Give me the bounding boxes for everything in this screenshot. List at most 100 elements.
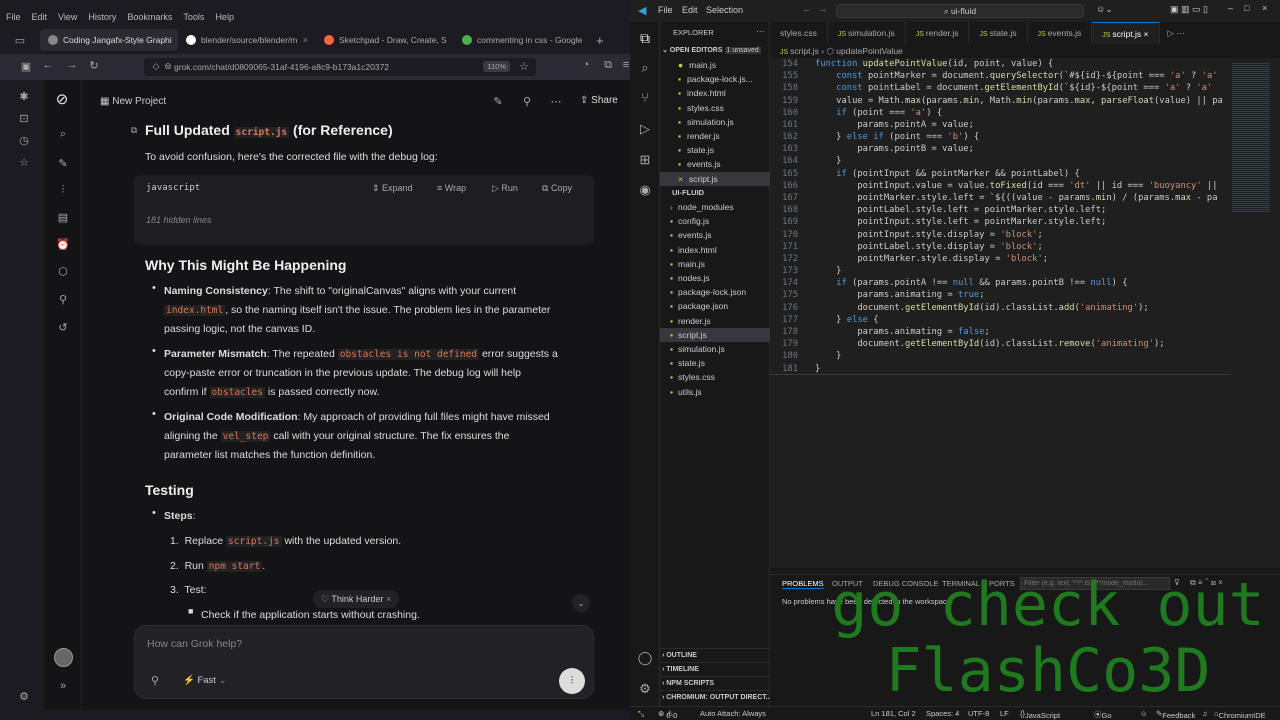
problems-status[interactable]: ⊗ 0 ⚠ 0 [658,709,677,720]
file-tree-item[interactable]: ▪ config.js [660,214,770,228]
open-editor-item[interactable]: ▪ events.js [660,157,770,171]
file-tree-item[interactable]: ▪ render.js [660,314,770,328]
close-tab-icon[interactable]: × [303,35,308,45]
expand-sidebar-icon[interactable]: » [55,680,71,692]
npm-scripts-section[interactable]: › NPM SCRIPTS [660,676,770,690]
open-editor-item[interactable]: ▪ index.html [660,86,770,100]
source-control-icon[interactable]: ⑂ [637,90,653,105]
copy-button[interactable]: ⧉ Copy [542,183,572,194]
project-header[interactable]: ▦ New Project [100,96,166,107]
open-editor-item[interactable]: ▪ simulation.js [660,115,770,129]
file-tree-item[interactable]: ▪ simulation.js [660,342,770,356]
run-debug-icon[interactable]: ▷ [637,121,653,137]
settings-icon[interactable]: ⚙ [16,690,32,703]
file-tree-item[interactable]: ▪ main.js [660,257,770,271]
chat-input[interactable]: How can Grok help? [147,638,242,650]
zoom-level[interactable]: 110% [483,61,510,72]
open-editor-item[interactable]: ▪ package-lock.js... [660,72,770,86]
collapse-icon[interactable]: ⧉ [126,125,142,136]
open-editor-item[interactable]: ▪ render.js [660,129,770,143]
open-editor-item[interactable]: ▪ styles.css [660,101,770,115]
explorer-icon[interactable]: ⧉ [637,30,653,47]
command-center[interactable]: ⌕ ui-fluid [836,4,1084,18]
layout-icon[interactable]: ▣ ▥ ▭ ▯ [1170,4,1208,15]
tab-render[interactable]: JS render.js [906,22,970,44]
pinned-icon[interactable]: ⚲ [55,293,71,306]
account-icon[interactable]: ◯ [637,650,653,666]
reload-icon[interactable]: ↻ [86,59,102,72]
explorer-more-icon[interactable]: ⋯ [756,26,765,37]
new-tab-icon[interactable]: + [596,33,604,48]
file-tree-item[interactable]: › node_modules [660,200,770,214]
file-tree-item[interactable]: ▪ utils.js [660,385,770,399]
language-mode[interactable]: {} JavaScript [1020,709,1060,720]
voice-mode-button[interactable]: ⫶ [559,668,585,694]
file-tree-item[interactable]: ▪ index.html [660,243,770,257]
extensions-icon[interactable]: ⧉ [600,59,616,72]
file-tree-item[interactable]: ▪ script.js [660,327,770,342]
pin-icon[interactable]: ⚲ [519,95,535,108]
back-icon[interactable]: ← [40,59,56,71]
go-live-button[interactable]: ⦿ Go Live [1094,709,1112,720]
nav-back-icon[interactable]: ← [802,4,811,14]
vs-menu-file[interactable]: File [658,5,673,15]
mode-selector[interactable]: ⚡ Fast ⌄ [183,675,227,686]
bell-icon[interactable]: ♫ [1202,709,1208,718]
projects-icon[interactable]: ⬡ [55,265,71,278]
file-tree-item[interactable]: ▪ package-lock.json [660,285,770,299]
file-tree-item[interactable]: ▪ styles.css [660,370,770,384]
new-chat-icon[interactable]: ✎ [55,157,71,170]
menu-view[interactable]: View [58,12,77,22]
run-button[interactable]: ▷ Run [492,183,518,194]
tab-script[interactable]: JS script.js × [1092,22,1160,44]
outline-section[interactable]: › OUTLINE [660,648,770,662]
code-editor[interactable]: 154 function updatePointValue(id, point, … [770,58,1230,568]
url-bar[interactable]: ◇ ⊜ grok.com/chat/d0809065-31af-4196-a8c… [144,58,536,76]
tab-sketchpad[interactable]: Sketchpad - Draw, Create, S [316,29,454,51]
open-editor-item[interactable]: ▪ state.js [660,143,770,157]
chromium-output-section[interactable]: › CHROMIUM: OUTPUT DIRECT... [660,690,772,704]
tab-github[interactable]: blender/source/blender/m × [178,29,316,51]
tab-state[interactable]: JS state.js [969,22,1028,44]
encoding[interactable]: UTF-8 [968,709,989,718]
grok-logo-icon[interactable]: ⊘ [54,90,70,108]
voice-icon[interactable]: ⫶ [55,184,71,197]
cursor-position[interactable]: Ln 181, Col 2 [871,709,916,718]
minimap[interactable] [1230,58,1280,568]
file-tree-item[interactable]: ▪ state.js [660,356,770,370]
sync-icon[interactable]: ⊡ [16,112,32,125]
menu-bookmarks[interactable]: Bookmarks [127,12,172,22]
pocket-icon[interactable]: ◔ [578,59,594,71]
search-icon[interactable]: ⌕ [55,128,71,141]
extensions-icon[interactable]: ⊞ [637,152,653,168]
more-icon[interactable]: ⋯ [548,95,564,108]
maximize-icon[interactable]: □ [1244,3,1249,13]
tasks-icon[interactable]: ⏰ [55,238,71,251]
think-harder-pill[interactable]: ♡ Think Harder × [313,590,400,608]
expand-button[interactable]: ⇕ Expand [372,183,413,194]
chat-input-box[interactable]: How can Grok help? ⚲ ⚡ Fast ⌄ ⫶ [134,625,594,699]
edit-icon[interactable]: ✎ [490,95,506,108]
vs-menu-edit[interactable]: Edit [682,5,698,15]
auto-attach-status[interactable]: Auto Attach: Always [700,709,766,718]
menu-tools[interactable]: Tools [183,12,204,22]
file-tree-item[interactable]: ▪ events.js [660,228,770,242]
menu-history[interactable]: History [88,12,116,22]
avatar[interactable] [54,648,73,667]
bookmarks-icon[interactable]: ☆ [16,156,32,169]
indentation[interactable]: Spaces: 4 [926,709,959,718]
sidebar-toggle-icon[interactable]: ▣ [18,60,34,73]
attach-icon[interactable]: ⚲ [147,674,163,687]
feedback-button[interactable]: ✎ Feedback [1156,709,1195,720]
chromium-status[interactable]: ⌂ ChromiumIDE [1214,709,1266,720]
nav-forward-icon[interactable]: → [818,4,827,14]
panel-tab-problems[interactable]: PROBLEMS [782,579,824,589]
menu-file[interactable]: File [6,12,21,22]
eol[interactable]: LF [1000,709,1009,718]
close-tab-icon[interactable]: × [1144,29,1149,39]
copilot-status-icon[interactable]: ☺ [1140,709,1148,718]
history-icon[interactable]: ◷ [16,134,32,147]
close-pill-icon[interactable]: × [386,594,391,604]
menu-edit[interactable]: Edit [32,12,48,22]
run-file-icon[interactable]: ▷ ⋯ [1168,22,1185,44]
